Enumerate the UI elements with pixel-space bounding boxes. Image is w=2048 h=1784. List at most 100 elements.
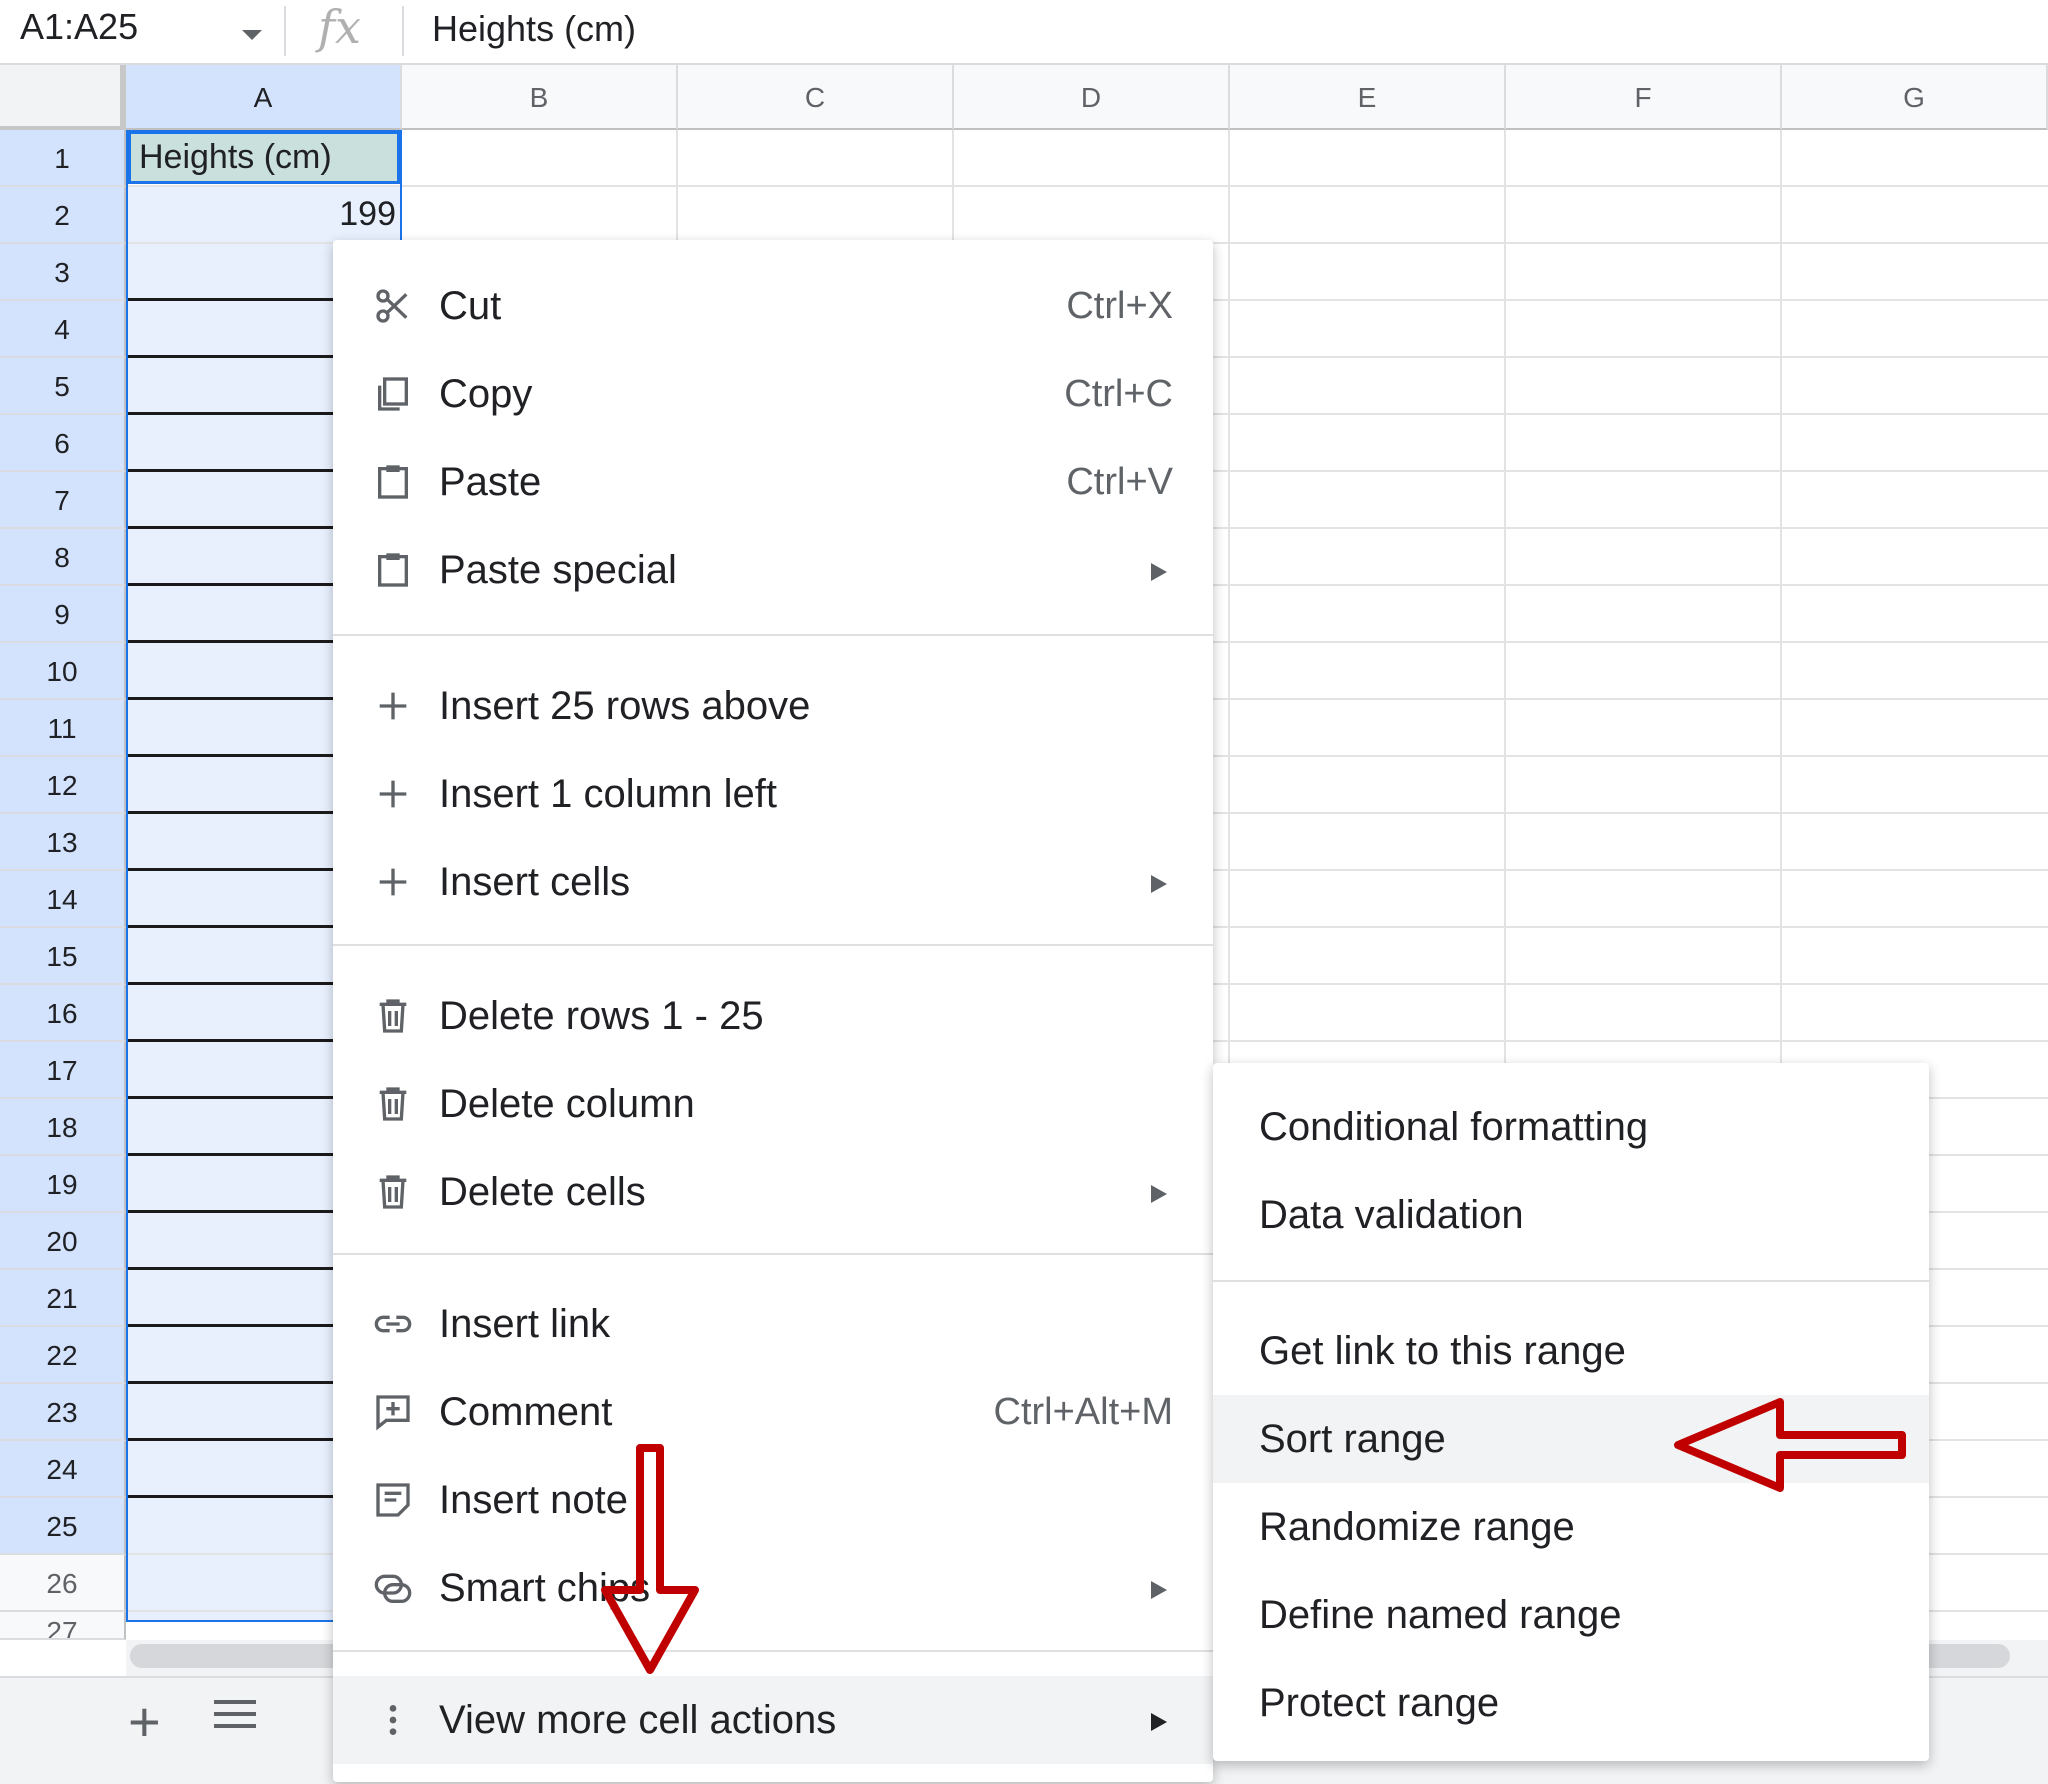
column-header-a[interactable]: A xyxy=(126,65,402,130)
gridline xyxy=(126,185,2048,187)
submenu-item-conditional-formatting[interactable]: Conditional formatting xyxy=(1213,1083,1929,1171)
menu-item-label: Paste special xyxy=(439,548,677,592)
row-header-23[interactable]: 23 xyxy=(0,1384,126,1441)
row-header-21[interactable]: 21 xyxy=(0,1270,126,1327)
row-header-20[interactable]: 20 xyxy=(0,1213,126,1270)
name-box[interactable]: A1:A25 xyxy=(20,6,138,48)
column-header-c[interactable]: C xyxy=(678,65,954,130)
shortcut-label: Ctrl+X xyxy=(1066,285,1173,327)
column-header-e[interactable]: E xyxy=(1230,65,1506,130)
shortcut-label: Ctrl+Alt+M xyxy=(993,1391,1173,1433)
column-header-g[interactable]: G xyxy=(1782,65,2048,130)
menu-item-view-more-cell-actions[interactable]: View more cell actions xyxy=(333,1676,1213,1764)
submenu-item-protect-range[interactable]: Protect range xyxy=(1213,1659,1929,1747)
menu-item-label: Conditional formatting xyxy=(1259,1105,1649,1149)
row-header-1[interactable]: 1 xyxy=(0,130,126,187)
shortcut-label: Ctrl+C xyxy=(1064,373,1173,415)
submenu-arrow-icon xyxy=(1151,875,1167,893)
submenu-arrow-icon xyxy=(1151,1713,1167,1731)
all-sheets-icon[interactable] xyxy=(214,1700,256,1740)
formula-input[interactable]: Heights (cm) xyxy=(432,8,636,50)
row-header-18[interactable]: 18 xyxy=(0,1099,126,1156)
row-header-22[interactable]: 22 xyxy=(0,1327,126,1384)
menu-divider xyxy=(1213,1280,1929,1282)
cell-a1[interactable]: Heights (cm) xyxy=(128,131,400,184)
menu-item-smart-chips[interactable]: Smart chips xyxy=(333,1544,1213,1632)
menu-item-label: Randomize range xyxy=(1259,1505,1575,1549)
menu-divider xyxy=(333,634,1213,636)
link-icon xyxy=(374,1315,412,1333)
formula-bar: A1:A25 fx Heights (cm) xyxy=(0,0,2048,65)
menu-item-label: Delete cells xyxy=(439,1170,646,1214)
row-header-24[interactable]: 24 xyxy=(0,1441,126,1498)
note-icon xyxy=(376,1483,410,1517)
menu-item-paste-special[interactable]: Paste special xyxy=(333,526,1213,614)
row-header-7[interactable]: 7 xyxy=(0,472,126,529)
menu-item-insert-note[interactable]: Insert note xyxy=(333,1456,1213,1544)
row-header-12[interactable]: 12 xyxy=(0,757,126,814)
row-header-10[interactable]: 10 xyxy=(0,643,126,700)
menu-item-label: Sort range xyxy=(1259,1417,1446,1461)
submenu-arrow-icon xyxy=(1151,1185,1167,1203)
submenu-arrow-icon xyxy=(1151,563,1167,581)
comment-add-icon xyxy=(376,1395,410,1431)
row-header-2[interactable]: 2 xyxy=(0,187,126,244)
menu-item-label: Paste xyxy=(439,460,542,504)
row-header-17[interactable]: 17 xyxy=(0,1042,126,1099)
menu-item-delete-column[interactable]: Delete column xyxy=(333,1060,1213,1148)
row-header-15[interactable]: 15 xyxy=(0,928,126,985)
row-header-5[interactable]: 5 xyxy=(0,358,126,415)
fx-icon: fx xyxy=(318,0,361,54)
add-sheet-button[interactable]: + xyxy=(128,1690,161,1754)
submenu-item-data-validation[interactable]: Data validation xyxy=(1213,1171,1929,1259)
row-header-6[interactable]: 6 xyxy=(0,415,126,472)
row-header-11[interactable]: 11 xyxy=(0,700,126,757)
row-header-26[interactable]: 26 xyxy=(0,1555,126,1612)
menu-item-delete-rows[interactable]: Delete rows 1 - 25 xyxy=(333,972,1213,1060)
plus-icon xyxy=(379,868,407,896)
menu-item-delete-cells[interactable]: Delete cells xyxy=(333,1148,1213,1236)
scissors-icon xyxy=(376,289,408,323)
menu-divider xyxy=(333,944,1213,946)
column-header-d[interactable]: D xyxy=(954,65,1230,130)
row-header-25[interactable]: 25 xyxy=(0,1498,126,1555)
submenu-item-get-link-to-range[interactable]: Get link to this range xyxy=(1213,1307,1929,1395)
clipboard-icon xyxy=(378,553,408,587)
row-header-13[interactable]: 13 xyxy=(0,814,126,871)
plus-icon xyxy=(379,780,407,808)
select-all-corner[interactable] xyxy=(0,65,126,130)
row-header-19[interactable]: 19 xyxy=(0,1156,126,1213)
column-header-f[interactable]: F xyxy=(1506,65,1782,130)
row-header-16[interactable]: 16 xyxy=(0,985,126,1042)
submenu-item-define-named-range[interactable]: Define named range xyxy=(1213,1571,1929,1659)
row-header-8[interactable]: 8 xyxy=(0,529,126,586)
trash-icon xyxy=(379,1175,407,1209)
menu-item-insert-link[interactable]: Insert link xyxy=(333,1280,1213,1368)
row-header-9[interactable]: 9 xyxy=(0,586,126,643)
more-vertical-icon xyxy=(389,1705,397,1735)
menu-item-insert-column-left[interactable]: Insert 1 column left xyxy=(333,750,1213,838)
menu-item-insert-cells[interactable]: Insert cells xyxy=(333,838,1213,926)
menu-item-insert-rows-above[interactable]: Insert 25 rows above xyxy=(333,662,1213,750)
divider xyxy=(284,6,286,56)
chevron-down-icon[interactable] xyxy=(242,30,262,40)
menu-item-label: Insert 25 rows above xyxy=(439,684,811,728)
menu-divider xyxy=(333,1253,1213,1255)
cell-a2[interactable]: 199 xyxy=(128,187,396,241)
plus-icon xyxy=(379,692,407,720)
row-header-4[interactable]: 4 xyxy=(0,301,126,358)
menu-divider xyxy=(333,1650,1213,1652)
menu-item-comment[interactable]: Comment Ctrl+Alt+M xyxy=(333,1368,1213,1456)
row-header-3[interactable]: 3 xyxy=(0,244,126,301)
menu-item-label: Delete column xyxy=(439,1082,695,1126)
column-header-b[interactable]: B xyxy=(402,65,678,130)
copy-icon xyxy=(378,377,408,411)
trash-icon xyxy=(379,1087,407,1121)
menu-item-cut[interactable]: Cut Ctrl+X xyxy=(333,262,1213,350)
left-arrow-annotation xyxy=(1674,1398,1906,1492)
menu-item-label: Insert cells xyxy=(439,860,631,904)
menu-item-copy[interactable]: Copy Ctrl+C xyxy=(333,350,1213,438)
row-header-27[interactable]: 27 xyxy=(0,1612,126,1640)
row-header-14[interactable]: 14 xyxy=(0,871,126,928)
menu-item-paste[interactable]: Paste Ctrl+V xyxy=(333,438,1213,526)
